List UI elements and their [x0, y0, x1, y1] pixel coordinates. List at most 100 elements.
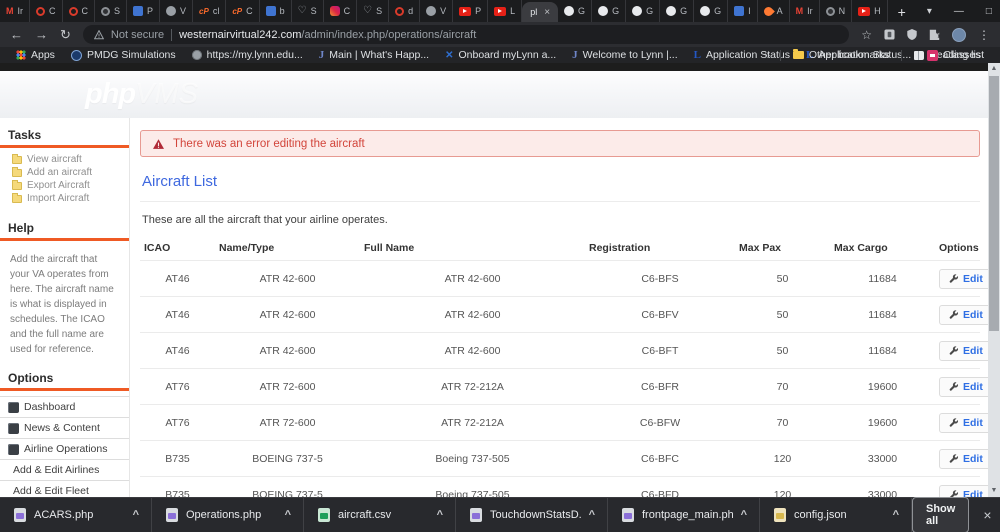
download-item[interactable]: aircraft.csv ^: [304, 497, 456, 532]
download-caret-icon[interactable]: ^: [437, 509, 447, 521]
download-item[interactable]: ACARS.php ^: [0, 497, 152, 532]
bookmark-star-icon[interactable]: ☆: [861, 29, 872, 41]
extension-icon[interactable]: [884, 29, 895, 40]
browser-tab[interactable]: N: [820, 0, 853, 22]
browser-tab[interactable]: cP C: [226, 0, 260, 22]
browser-tab[interactable]: H: [852, 0, 888, 22]
edit-button[interactable]: Edit: [939, 376, 993, 397]
bookmark-item[interactable]: ✕ Onboard myLynn a...: [437, 47, 564, 63]
downloads-close-icon[interactable]: ×: [969, 507, 1000, 523]
news-content-icon: [8, 422, 19, 434]
browser-tab[interactable]: L: [488, 0, 523, 22]
maximize-button[interactable]: □: [975, 6, 1000, 17]
edit-label: Edit: [963, 272, 983, 285]
options-menu: Dashboard News & Content Airline Operation…: [0, 396, 129, 497]
task-link-import-aircraft[interactable]: Import Aircraft: [0, 192, 129, 205]
browser-tab[interactable]: A: [758, 0, 790, 22]
other-bookmarks-button[interactable]: Other bookmarks: [785, 47, 898, 63]
back-icon[interactable]: ←: [10, 28, 23, 41]
browser-tab[interactable]: S: [95, 0, 128, 22]
browser-tab[interactable]: C: [30, 0, 63, 22]
bookmark-item[interactable]: Apps: [8, 47, 63, 63]
download-item[interactable]: Operations.php ^: [152, 497, 304, 532]
edit-button[interactable]: Edit: [939, 412, 993, 433]
wrench-icon: [949, 309, 959, 320]
sidebar-item-news-content[interactable]: News & Content: [0, 417, 129, 438]
youtube-favicon: [858, 6, 871, 16]
browser-tab[interactable]: P: [127, 0, 161, 22]
tab-close-icon[interactable]: ×: [544, 7, 550, 18]
task-link-export-aircraft[interactable]: Export Aircraft: [0, 179, 129, 192]
sidebar-item-add-edit-fleet[interactable]: Add & Edit Fleet: [0, 480, 129, 497]
task-link-add-an-aircraft[interactable]: Add an aircraft: [0, 166, 129, 179]
browser-tab[interactable]: I: [728, 0, 758, 22]
reload-icon[interactable]: ↻: [60, 28, 71, 41]
download-item[interactable]: frontpage_main.php ^: [608, 497, 760, 532]
tab-title: P: [147, 6, 154, 16]
browser-tab-active[interactable]: pl ×: [522, 2, 559, 22]
browser-tab[interactable]: P: [453, 0, 489, 22]
browser-tab[interactable]: M Ir: [790, 0, 820, 22]
address-divider: [171, 28, 173, 41]
tab-search-icon[interactable]: ▾: [916, 6, 943, 17]
edit-button[interactable]: Edit: [939, 268, 993, 289]
tab-title: G: [646, 6, 654, 16]
edit-button[interactable]: Edit: [939, 304, 993, 325]
download-item[interactable]: TouchdownStatsD....php ^: [456, 497, 608, 532]
edit-button[interactable]: Edit: [939, 340, 993, 361]
bookmark-item[interactable]: J Welcome to Lynn |...: [564, 47, 685, 63]
task-label: Import Aircraft: [27, 193, 90, 204]
bookmarks-overflow-chevron[interactable]: »: [758, 49, 776, 61]
profile-avatar[interactable]: [952, 27, 966, 42]
download-caret-icon[interactable]: ^: [741, 509, 751, 521]
download-caret-icon[interactable]: ^: [133, 509, 143, 521]
address-bar[interactable]: Not secure westernairvirtual242.com/admi…: [82, 25, 850, 44]
bookmark-item[interactable]: J Main | What's Happ...: [311, 47, 437, 63]
download-caret-icon[interactable]: ^: [589, 509, 599, 521]
edit-label: Edit: [963, 344, 983, 357]
browser-tab[interactable]: C: [63, 0, 95, 22]
puzzle-extensions-icon[interactable]: [929, 29, 940, 40]
vertical-scrollbar[interactable]: ▲ ▼: [988, 63, 1000, 497]
browser-tab[interactable]: d: [389, 0, 421, 22]
browser-tab[interactable]: V: [420, 0, 454, 22]
browser-tab[interactable]: b: [260, 0, 292, 22]
edit-button[interactable]: Edit: [939, 448, 993, 469]
scroll-up-arrow[interactable]: ▲: [988, 63, 1000, 75]
l-bookmark-icon: L: [693, 49, 701, 61]
reading-list-button[interactable]: Reading list: [906, 47, 992, 63]
show-all-button[interactable]: Show all: [912, 497, 970, 532]
sidebar-item-add-edit-airlines[interactable]: Add & Edit Airlines: [0, 459, 129, 480]
task-link-view-aircraft[interactable]: View aircraft: [0, 153, 129, 166]
browser-tab[interactable]: V: [160, 0, 194, 22]
browser-tab[interactable]: cP cl: [193, 0, 227, 22]
browser-tab[interactable]: G: [558, 0, 593, 22]
download-item[interactable]: config.json ^: [760, 497, 912, 532]
more-menu-icon[interactable]: ⋮: [978, 29, 990, 41]
download-caret-icon[interactable]: ^: [893, 509, 903, 521]
scrollbar-thumb[interactable]: [989, 76, 999, 331]
browser-tab[interactable]: G: [626, 0, 661, 22]
download-caret-icon[interactable]: ^: [285, 509, 295, 521]
scroll-down-arrow[interactable]: ▼: [988, 485, 1000, 497]
browser-tab[interactable]: G: [694, 0, 729, 22]
browser-tab[interactable]: G: [660, 0, 695, 22]
browser-tab[interactable]: ♡ S: [357, 0, 390, 22]
minimize-button[interactable]: —: [943, 6, 975, 17]
bookmark-item[interactable]: L Application Status: [686, 47, 798, 63]
sidebar-item-dashboard[interactable]: Dashboard: [0, 396, 129, 417]
cell-icao: AT46: [165, 308, 190, 321]
tab-title: V: [440, 6, 447, 16]
browser-tab[interactable]: C: [324, 0, 358, 22]
bookmark-item[interactable]: PMDG Simulations: [63, 47, 184, 63]
edit-button[interactable]: Edit: [939, 484, 993, 497]
bookmark-item[interactable]: https://my.lynn.edu...: [184, 47, 311, 63]
browser-tab[interactable]: M Ir: [0, 0, 30, 22]
sidebar-item-airline-operations[interactable]: Airline Operations: [0, 438, 129, 459]
browser-tab[interactable]: G: [592, 0, 627, 22]
browser-tab[interactable]: ♡ S: [292, 0, 324, 22]
shield-icon[interactable]: [907, 29, 917, 40]
forward-icon[interactable]: →: [35, 28, 48, 41]
new-tab-button[interactable]: +: [888, 4, 916, 22]
bookmarks-separator-2: [901, 49, 903, 61]
